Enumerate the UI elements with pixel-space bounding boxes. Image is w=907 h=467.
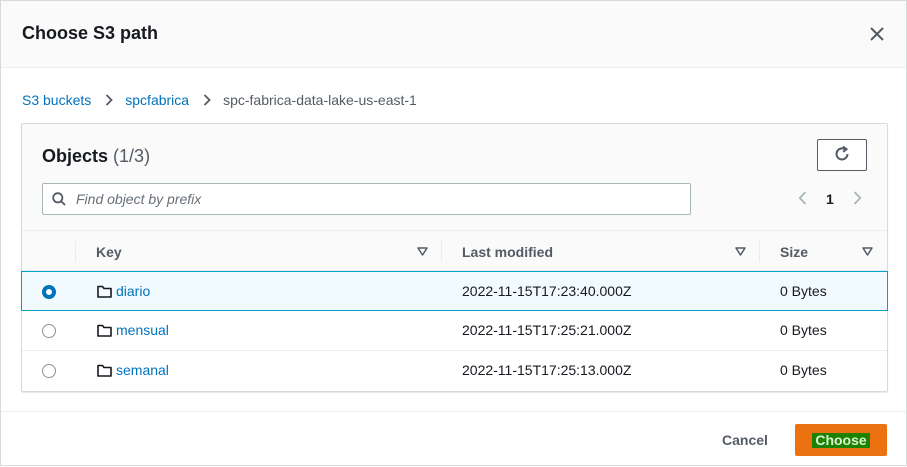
breadcrumb-item-spcfabrica[interactable]: spcfabrica [125,92,189,108]
close-icon [870,26,884,44]
last-modified-value: 2022-11-15T17:23:40.000Z [462,283,632,299]
current-page-number[interactable]: 1 [826,191,834,207]
modal-title: Choose S3 path [22,23,159,43]
search-field [42,183,691,215]
folder-icon [97,363,112,378]
chevron-left-icon [798,190,807,208]
pagination: 1 [792,187,868,211]
search-icon [52,191,68,207]
breadcrumb-item-s3-buckets[interactable]: S3 buckets [22,92,91,108]
column-header-size[interactable]: Size [780,231,860,272]
next-page-button[interactable] [848,187,868,211]
column-header-key[interactable]: Key [96,231,436,272]
column-header-label: Key [96,243,122,260]
column-header-last-modified[interactable]: Last modified [462,231,752,272]
objects-count: (1/3) [113,146,151,166]
caret-down-icon[interactable] [734,245,746,257]
refresh-icon [833,145,851,166]
caret-down-icon[interactable] [861,245,873,257]
row-radio-button[interactable] [42,324,56,338]
folder-icon [97,284,112,299]
caret-down-icon[interactable] [416,245,428,257]
column-divider [75,241,76,262]
row-radio-button[interactable] [42,364,56,378]
breadcrumb: S3 buckets spcfabrica spc-fabrica-data-l… [22,91,417,109]
column-header-label: Size [780,243,809,260]
chevron-right-icon [853,190,862,208]
objects-title: Objects [42,146,109,166]
objects-table: Objects (1/3) Find object by prefix 1 Ke… [21,123,888,392]
row-radio-button[interactable] [42,285,56,299]
size-value: 0 Bytes [780,283,827,299]
size-value: 0 Bytes [780,362,827,378]
column-header-label: Last modified [462,243,554,260]
choose-button-label: Choose [812,432,870,448]
object-key-link[interactable]: semanal [116,362,169,378]
modal-footer: Cancel Choose [1,411,906,467]
object-key-link[interactable]: mensual [116,322,169,338]
size-value: 0 Bytes [780,322,827,338]
chevron-right-icon [99,92,119,108]
table-column-headers: Key Last modified Size [22,230,887,271]
objects-table-header: Objects (1/3) Find object by prefix 1 [22,124,887,230]
refresh-button[interactable] [817,139,867,171]
object-key-link[interactable]: diario [116,283,150,299]
previous-page-button[interactable] [792,187,812,211]
table-row[interactable]: semanal 2022-11-15T17:25:13.000Z 0 Bytes [22,351,887,391]
objects-heading: Objects (1/3) [42,146,150,167]
choose-button[interactable]: Choose [795,424,887,456]
table-row[interactable]: diario 2022-11-15T17:23:40.000Z 0 Bytes [21,271,888,311]
table-row[interactable]: mensual 2022-11-15T17:25:21.000Z 0 Bytes [22,311,887,351]
cancel-button[interactable]: Cancel [711,428,779,452]
chevron-right-icon [197,92,217,108]
last-modified-value: 2022-11-15T17:25:21.000Z [462,322,632,338]
modal-header: Choose S3 path [1,1,906,68]
folder-icon [97,323,112,338]
last-modified-value: 2022-11-15T17:25:13.000Z [462,362,632,378]
choose-s3-path-modal: Choose S3 path S3 buckets spcfabrica spc… [0,0,907,466]
close-button[interactable] [865,23,889,47]
breadcrumb-current: spc-fabrica-data-lake-us-east-1 [223,92,417,108]
search-input[interactable] [76,191,666,207]
column-divider [759,241,760,262]
column-divider [441,241,442,262]
